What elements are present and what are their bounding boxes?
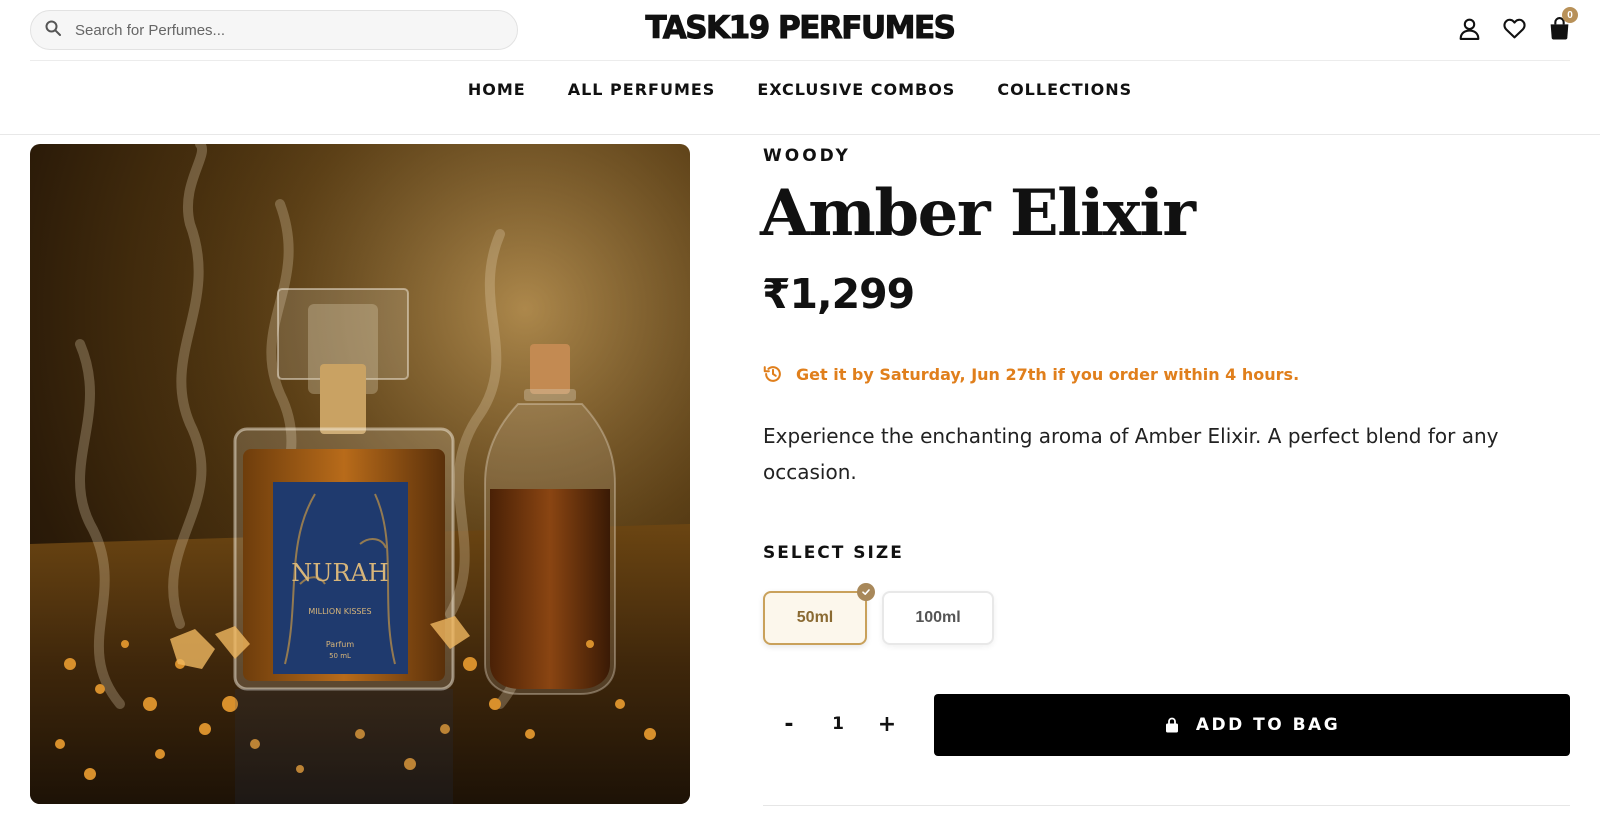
size-option-100ml[interactable]: 100ml: [882, 591, 994, 645]
nav-divider: [0, 134, 1600, 135]
delivery-estimate: Get it by Saturday, Jun 27th if you orde…: [762, 363, 1299, 385]
quantity-stepper: - 1 +: [763, 694, 913, 754]
heart-icon: [1503, 18, 1526, 39]
selected-check-badge: [857, 583, 875, 601]
bottle-label-type: Parfum: [326, 640, 355, 649]
cart-count-badge: 0: [1562, 7, 1578, 23]
add-to-bag-label: ADD TO BAG: [1195, 715, 1341, 735]
bottle-label-line: MILLION KISSES: [308, 607, 371, 616]
nav-collections[interactable]: COLLECTIONS: [997, 80, 1132, 99]
cart-button[interactable]: 0: [1547, 7, 1578, 41]
wishlist-button[interactable]: [1502, 16, 1527, 41]
size-option-label: 50ml: [796, 609, 834, 626]
product-description: Experience the enchanting aroma of Amber…: [763, 424, 1499, 484]
delivery-prefix: Get it by: [796, 364, 880, 384]
clock-history-icon: [763, 366, 781, 382]
bottle-label-volume: 50 mL: [329, 652, 351, 660]
nav-all-perfumes[interactable]: ALL PERFUMES: [568, 80, 716, 99]
bottle-label-brand: NURAH: [291, 559, 389, 587]
nav-home[interactable]: HOME: [468, 80, 526, 99]
site-logo[interactable]: TASK19 PERFUMES: [0, 10, 1600, 47]
section-divider: [763, 805, 1570, 806]
product-price: ₹1,299: [762, 270, 915, 318]
product-image[interactable]: NURAH MILLION KISSES Parfum 50 mL: [30, 144, 690, 804]
select-size-label: SELECT SIZE: [763, 543, 904, 563]
main-nav: HOME ALL PERFUMES EXCLUSIVE COMBOS COLLE…: [0, 80, 1600, 99]
quantity-decrease-button[interactable]: -: [777, 712, 801, 737]
add-to-bag-button[interactable]: ADD TO BAG: [934, 694, 1570, 756]
size-option-label: 100ml: [915, 609, 961, 626]
product-title: Amber Elixir: [760, 176, 1196, 251]
delivery-date: Saturday, Jun 27th: [879, 364, 1047, 384]
account-button[interactable]: [1457, 16, 1482, 41]
lock-bag-icon: [1165, 717, 1178, 733]
product-category: WOODY: [763, 146, 851, 166]
quantity-increase-button[interactable]: +: [875, 712, 899, 737]
delivery-suffix: if you order within 4 hours.: [1046, 364, 1300, 384]
check-icon: [862, 589, 870, 595]
user-icon: [1459, 18, 1480, 40]
nav-exclusive-combos[interactable]: EXCLUSIVE COMBOS: [757, 80, 955, 99]
header-divider: [30, 60, 1570, 61]
size-option-50ml[interactable]: 50ml: [763, 583, 875, 645]
perfume-bottle-illustration: NURAH MILLION KISSES Parfum 50 mL: [30, 144, 690, 804]
header-icons: 0: [1457, 7, 1578, 41]
quantity-value[interactable]: 1: [832, 714, 844, 734]
